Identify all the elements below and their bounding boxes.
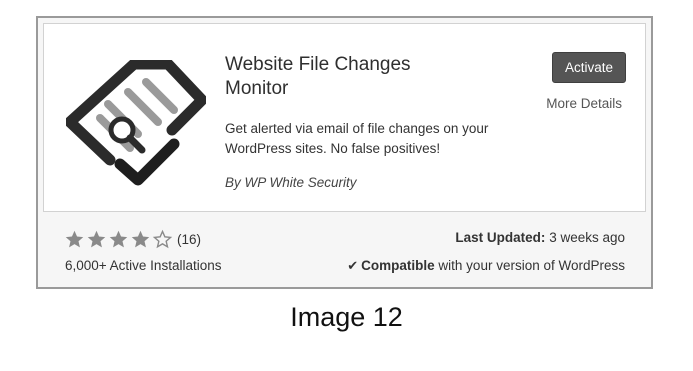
star-empty-icon xyxy=(152,229,173,248)
star-rating: (16) xyxy=(64,227,201,251)
star-filled-icon xyxy=(109,230,128,247)
plugin-card-top: Website File Changes Monitor Get alerted… xyxy=(43,23,646,212)
page: Website File Changes Monitor Get alerted… xyxy=(0,0,693,371)
plugin-card: Website File Changes Monitor Get alerted… xyxy=(36,16,653,289)
plugin-author[interactable]: By WP White Security xyxy=(225,175,357,190)
rating-count[interactable]: (16) xyxy=(177,232,201,247)
active-installations: 6,000+ Active Installations xyxy=(65,258,222,273)
compatibility-status: ✔ Compatible with your version of WordPre… xyxy=(347,258,625,274)
star-filled-icon xyxy=(87,230,106,247)
plugin-title[interactable]: Website File Changes Monitor xyxy=(225,53,465,101)
image-caption: Image 12 xyxy=(290,302,403,332)
last-updated-value: 3 weeks ago xyxy=(549,230,625,245)
plugin-description: Get alerted via email of file changes on… xyxy=(225,121,489,156)
more-details-link[interactable]: More Details xyxy=(546,96,622,111)
file-search-check-icon xyxy=(66,60,206,186)
compatible-label: Compatible xyxy=(361,258,435,273)
activate-button[interactable]: Activate xyxy=(552,52,626,83)
checkmark-icon: ✔ xyxy=(347,258,359,273)
star-filled-icon xyxy=(131,230,150,247)
last-updated-label: Last Updated: xyxy=(455,230,546,245)
compatible-text: with your version of WordPress xyxy=(438,258,625,273)
star-filled-icon xyxy=(65,230,84,247)
last-updated: Last Updated: 3 weeks ago xyxy=(455,230,625,245)
